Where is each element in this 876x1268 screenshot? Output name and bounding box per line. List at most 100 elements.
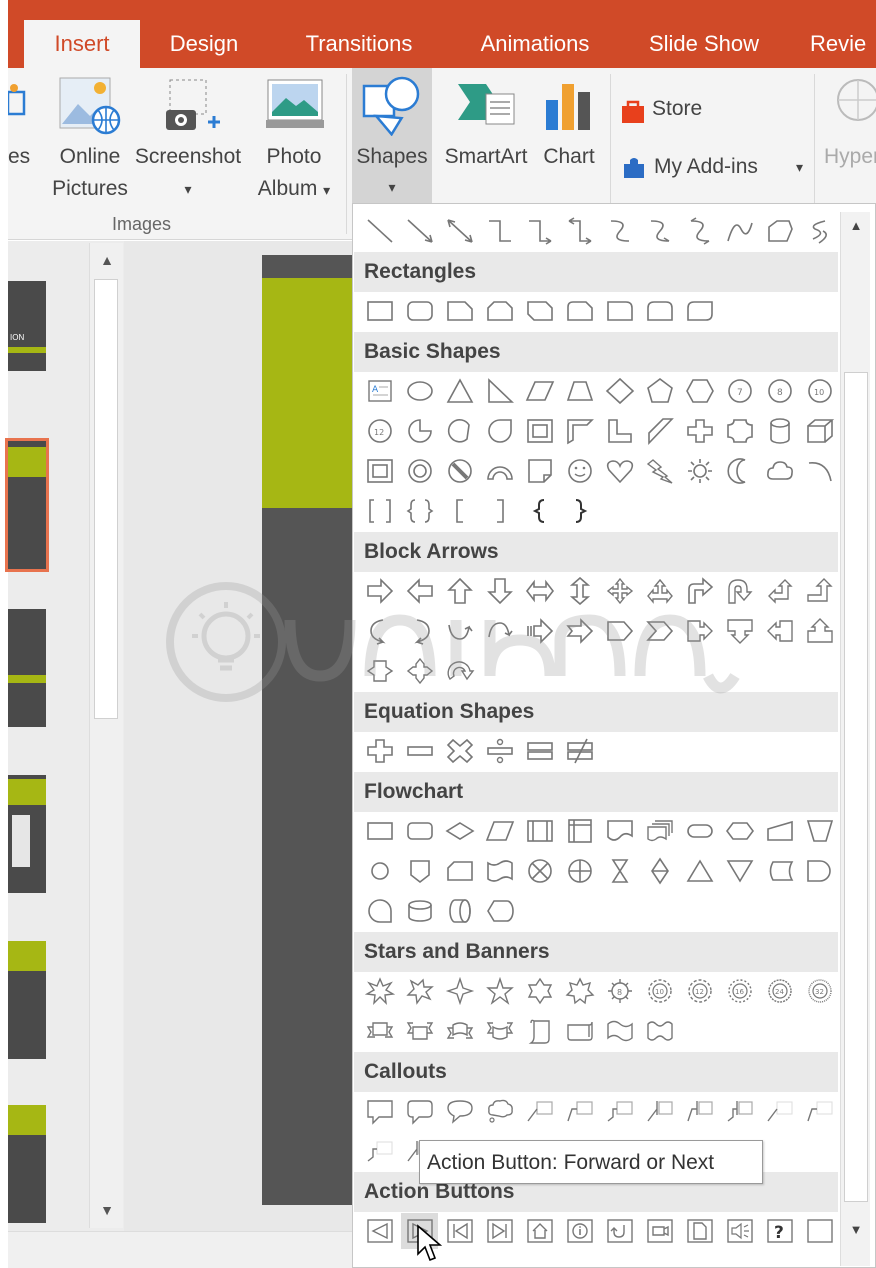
left-bracket-icon[interactable] — [441, 493, 478, 529]
line-callout-3-no-border-icon[interactable] — [361, 1133, 398, 1169]
line-callout-1-icon[interactable] — [521, 1093, 558, 1129]
curve-icon[interactable] — [721, 213, 758, 249]
action-button-back-icon[interactable] — [361, 1213, 398, 1249]
left-arrow-icon[interactable] — [401, 573, 438, 609]
shapes-button[interactable]: Shapes ▾ — [352, 68, 432, 204]
action-button-document-icon[interactable] — [681, 1213, 718, 1249]
right-arrow-callout-icon[interactable] — [681, 613, 718, 649]
elbow-connector-icon[interactable] — [481, 213, 518, 249]
thumbnails-scrollbar[interactable]: ▲ ▼ — [89, 243, 123, 1228]
star-32-point-icon[interactable]: 32 — [801, 973, 838, 1009]
flowchart-stored-data-icon[interactable] — [761, 853, 798, 889]
flowchart-predefined-process-icon[interactable] — [521, 813, 558, 849]
diamond-icon[interactable] — [601, 373, 638, 409]
curved-right-arrow-icon[interactable] — [361, 613, 398, 649]
scroll-thumb[interactable] — [94, 279, 118, 719]
star-7-point-icon[interactable] — [561, 973, 598, 1009]
oval-callout-icon[interactable] — [441, 1093, 478, 1129]
not-equal-icon[interactable] — [561, 733, 598, 769]
notched-right-arrow-icon[interactable] — [561, 613, 598, 649]
star-24-point-icon[interactable]: 24 — [761, 973, 798, 1009]
left-right-arrow-icon[interactable] — [521, 573, 558, 609]
octagon-icon[interactable]: 8 — [761, 373, 798, 409]
flowchart-internal-storage-icon[interactable] — [561, 813, 598, 849]
flowchart-card-icon[interactable] — [441, 853, 478, 889]
tab-insert[interactable]: Insert — [24, 20, 140, 68]
slide-thumbnail[interactable] — [8, 1105, 46, 1223]
curved-down-ribbon-icon[interactable] — [481, 1013, 518, 1049]
slide-thumbnail-selected[interactable] — [5, 438, 49, 572]
scroll-down-icon[interactable]: ▼ — [90, 1195, 124, 1225]
moon-icon[interactable] — [721, 453, 758, 489]
flowchart-terminator-icon[interactable] — [681, 813, 718, 849]
curved-left-arrow-icon[interactable] — [401, 613, 438, 649]
flowchart-preparation-icon[interactable] — [721, 813, 758, 849]
text-box-icon[interactable]: A — [361, 373, 398, 409]
sun-icon[interactable] — [681, 453, 718, 489]
scroll-up-icon[interactable]: ▲ — [90, 245, 124, 275]
horizontal-scrollbar[interactable] — [8, 1231, 354, 1268]
action-button-custom-icon[interactable] — [801, 1213, 838, 1249]
gallery-scroll-up-icon[interactable]: ▲ — [841, 212, 871, 240]
flowchart-connector-icon[interactable] — [361, 853, 398, 889]
round-same-side-rectangle-icon[interactable] — [641, 293, 678, 329]
star-12-point-icon[interactable]: 12 — [681, 973, 718, 1009]
striped-right-arrow-icon[interactable] — [521, 613, 558, 649]
chart-button[interactable]: Chart — [538, 68, 600, 204]
folded-corner-icon[interactable] — [521, 453, 558, 489]
tab-design[interactable]: Design — [150, 20, 258, 68]
curved-up-arrow-icon[interactable] — [441, 613, 478, 649]
diagonal-stripe-icon[interactable] — [641, 413, 678, 449]
line-callout-2-icon[interactable] — [561, 1093, 598, 1129]
cross-icon[interactable] — [681, 413, 718, 449]
flowchart-or-icon[interactable] — [561, 853, 598, 889]
hyperlink-button[interactable]: Hyper — [820, 68, 876, 204]
pictures-button[interactable]: es — [6, 68, 36, 204]
action-button-sound-icon[interactable] — [721, 1213, 758, 1249]
dodecagon-icon[interactable]: 12 — [361, 413, 398, 449]
flowchart-document-icon[interactable] — [601, 813, 638, 849]
horizontal-scroll-icon[interactable] — [561, 1013, 598, 1049]
flowchart-extract-icon[interactable] — [681, 853, 718, 889]
left-brace-icon[interactable] — [521, 493, 558, 529]
double-arrow-line-icon[interactable] — [441, 213, 478, 249]
can-icon[interactable] — [761, 413, 798, 449]
plaque-icon[interactable] — [721, 413, 758, 449]
smartart-button[interactable]: SmartArt — [436, 68, 536, 204]
no-symbol-icon[interactable] — [441, 453, 478, 489]
bevel-icon[interactable] — [361, 453, 398, 489]
hexagon-icon[interactable] — [681, 373, 718, 409]
block-arc-icon[interactable] — [481, 453, 518, 489]
screenshot-button[interactable]: Screenshot ▾ — [126, 68, 250, 204]
my-addins-dropdown-icon[interactable]: ▾ — [796, 152, 803, 182]
line-callout-3-accent-bar-icon[interactable] — [721, 1093, 758, 1129]
oval-icon[interactable] — [401, 373, 438, 409]
quad-arrow-callout-icon[interactable] — [401, 653, 438, 689]
up-arrow-callout-icon[interactable] — [801, 613, 838, 649]
cloud-icon[interactable] — [761, 453, 798, 489]
action-button-help-icon[interactable]: ? — [761, 1213, 798, 1249]
bent-arrow-icon[interactable] — [681, 573, 718, 609]
pentagon-arrow-icon[interactable] — [601, 613, 638, 649]
line-callout-2-no-border-icon[interactable] — [801, 1093, 838, 1129]
right-triangle-icon[interactable] — [481, 373, 518, 409]
decagon-icon[interactable]: 10 — [801, 373, 838, 409]
multiply-icon[interactable] — [441, 733, 478, 769]
explosion-1-icon[interactable] — [361, 973, 398, 1009]
flowchart-merge-icon[interactable] — [721, 853, 758, 889]
curved-arrow-connector-icon[interactable] — [641, 213, 678, 249]
gallery-scrollbar[interactable]: ▲ ▼ — [840, 212, 870, 1266]
right-brace-icon[interactable] — [561, 493, 598, 529]
l-shape-icon[interactable] — [601, 413, 638, 449]
down-ribbon-icon[interactable] — [401, 1013, 438, 1049]
heart-icon[interactable] — [601, 453, 638, 489]
line-icon[interactable] — [361, 213, 398, 249]
tab-animations[interactable]: Animations — [460, 20, 610, 68]
flowchart-manual-input-icon[interactable] — [761, 813, 798, 849]
right-arrow-icon[interactable] — [361, 573, 398, 609]
photo-album-button[interactable]: Photo Album ▾ — [252, 68, 336, 204]
double-bracket-icon[interactable] — [361, 493, 398, 529]
action-button-information-icon[interactable] — [561, 1213, 598, 1249]
rectangle-icon[interactable] — [361, 293, 398, 329]
flowchart-sort-icon[interactable] — [641, 853, 678, 889]
